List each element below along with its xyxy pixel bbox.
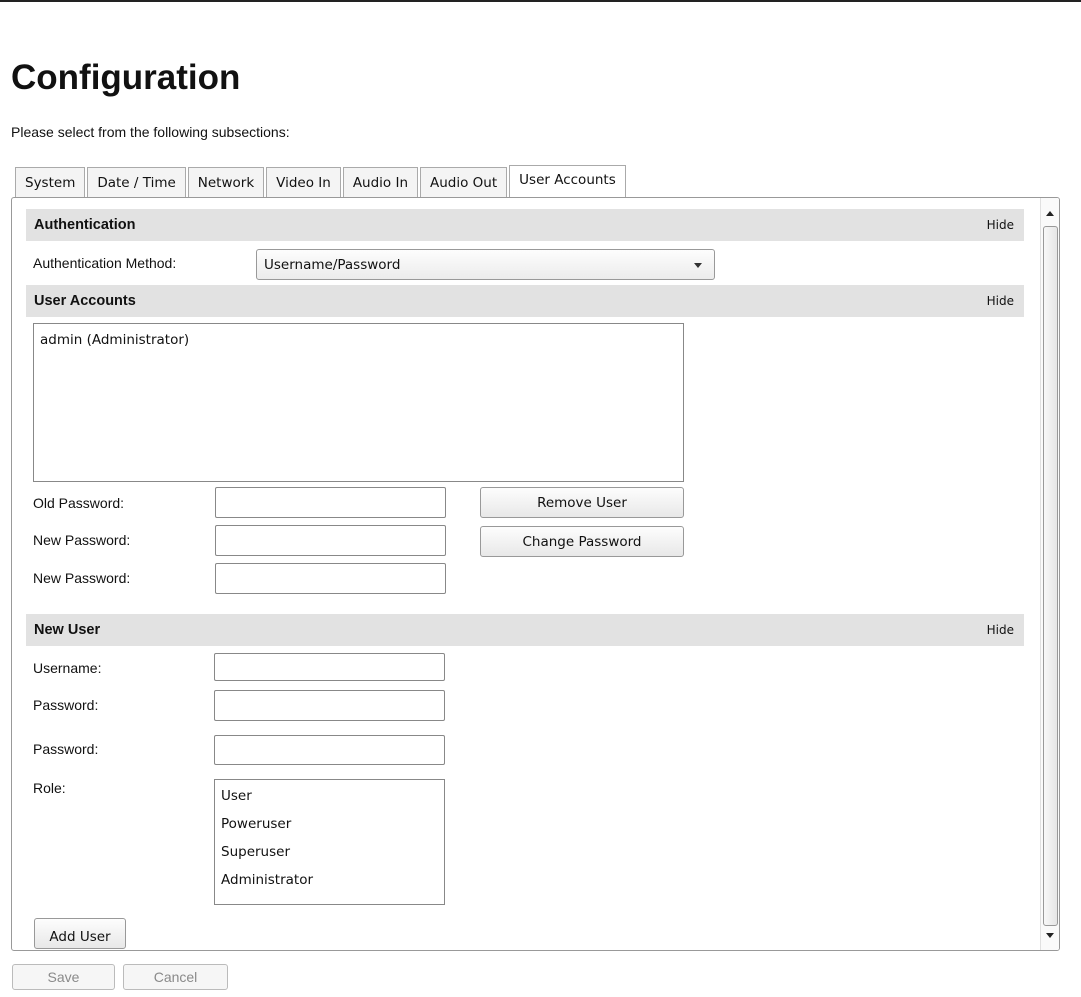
role-list[interactable]: User Poweruser Superuser Administrator <box>214 779 445 905</box>
tab-audio-in[interactable]: Audio In <box>342 167 419 197</box>
new-user-hide-link[interactable]: Hide <box>987 623 1014 637</box>
authentication-header: Authentication Hide <box>26 209 1024 241</box>
new-user-header: New User Hide <box>26 614 1024 646</box>
change-password-button[interactable]: Change Password <box>480 526 684 557</box>
password-label: Password: <box>33 697 99 713</box>
role-option-user[interactable]: User <box>215 782 444 810</box>
password-field[interactable] <box>214 690 445 721</box>
authentication-hide-link[interactable]: Hide <box>987 218 1014 232</box>
tab-user-accounts[interactable]: User Accounts <box>509 165 626 198</box>
new-user-title: New User <box>34 622 101 638</box>
save-button[interactable]: Save <box>12 964 115 990</box>
authentication-method-label: Authentication Method: <box>33 255 177 271</box>
subsection-tabs: System Date / Time Network Video In Audi… <box>15 165 628 198</box>
new-password-label: New Password: <box>33 532 131 548</box>
scroll-down-button[interactable] <box>1041 926 1059 944</box>
username-label: Username: <box>33 660 102 676</box>
scrollbar-thumb[interactable] <box>1043 226 1058 926</box>
arrow-up-icon <box>1046 210 1054 216</box>
role-option-superuser[interactable]: Superuser <box>215 838 444 866</box>
role-label: Role: <box>33 780 66 796</box>
authentication-method-select[interactable]: Username/Password <box>256 249 715 280</box>
scroll-up-button[interactable] <box>1041 204 1059 222</box>
arrow-down-icon <box>1046 932 1054 938</box>
confirm-password-field[interactable] <box>214 735 445 765</box>
role-option-administrator[interactable]: Administrator <box>215 866 444 894</box>
remove-user-button[interactable]: Remove User <box>480 487 684 518</box>
user-accounts-title: User Accounts <box>34 293 136 309</box>
tab-network[interactable]: Network <box>187 167 265 197</box>
user-list[interactable]: admin (Administrator) <box>33 323 684 482</box>
top-border <box>0 0 1081 2</box>
old-password-field[interactable] <box>215 487 446 518</box>
new-password-field[interactable] <box>215 525 446 556</box>
user-list-item[interactable]: admin (Administrator) <box>34 326 683 354</box>
user-accounts-hide-link[interactable]: Hide <box>987 294 1014 308</box>
confirm-password-label: Password: <box>33 741 99 757</box>
page-subtitle: Please select from the following subsect… <box>11 124 290 140</box>
old-password-label: Old Password: <box>33 495 125 511</box>
cancel-button[interactable]: Cancel <box>123 964 228 990</box>
panel-scrollbar[interactable] <box>1040 198 1059 950</box>
tab-date-time[interactable]: Date / Time <box>87 167 186 197</box>
confirm-new-password-field[interactable] <box>215 563 446 594</box>
user-accounts-panel: Authentication Hide Authentication Metho… <box>11 197 1060 951</box>
tab-system[interactable]: System <box>15 167 86 197</box>
page-title: Configuration <box>11 58 241 97</box>
authentication-method-value: Username/Password <box>264 256 401 273</box>
user-accounts-header: User Accounts Hide <box>26 285 1024 317</box>
confirm-new-password-label: New Password: <box>33 570 131 586</box>
tab-audio-out[interactable]: Audio Out <box>420 167 508 197</box>
add-user-button[interactable]: Add User <box>34 918 126 949</box>
panel-content: Authentication Hide Authentication Metho… <box>12 198 1042 950</box>
tab-video-in[interactable]: Video In <box>266 167 341 197</box>
username-field[interactable] <box>214 653 445 681</box>
authentication-title: Authentication <box>34 217 136 233</box>
role-option-poweruser[interactable]: Poweruser <box>215 810 444 838</box>
chevron-down-icon <box>694 263 702 268</box>
